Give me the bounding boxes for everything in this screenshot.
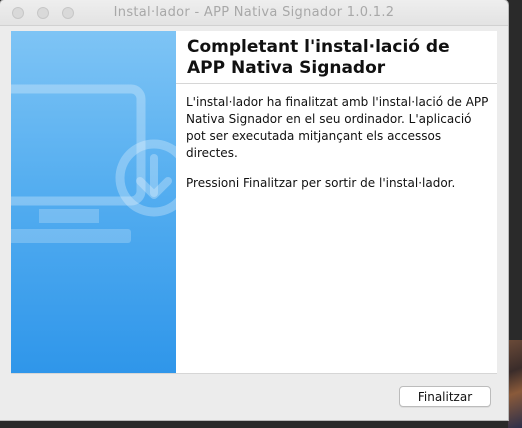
completion-message: L'instal·lador ha finalitzat amb l'insta…	[186, 95, 489, 160]
window-title: Instal·lador - APP Nativa Signador 1.0.1…	[113, 5, 395, 20]
installer-side-banner	[11, 31, 176, 373]
monitor-download-icon	[11, 84, 176, 243]
title-bar[interactable]: Instal·lador - APP Nativa Signador 1.0.1…	[0, 0, 508, 26]
page-heading: Completant l'instal·lació de APP Nativa …	[187, 37, 450, 78]
desktop-wallpaper	[508, 340, 522, 428]
heading-divider	[176, 83, 497, 84]
exit-instruction: Pressioni Finalitzar per sortir de l'ins…	[186, 176, 456, 190]
content-panel: Completant l'instal·lació de APP Nativa …	[176, 31, 497, 373]
installer-window: Instal·lador - APP Nativa Signador 1.0.1…	[0, 0, 508, 420]
button-bar: Finalitzar	[11, 373, 497, 420]
finish-button[interactable]: Finalitzar	[399, 386, 491, 407]
